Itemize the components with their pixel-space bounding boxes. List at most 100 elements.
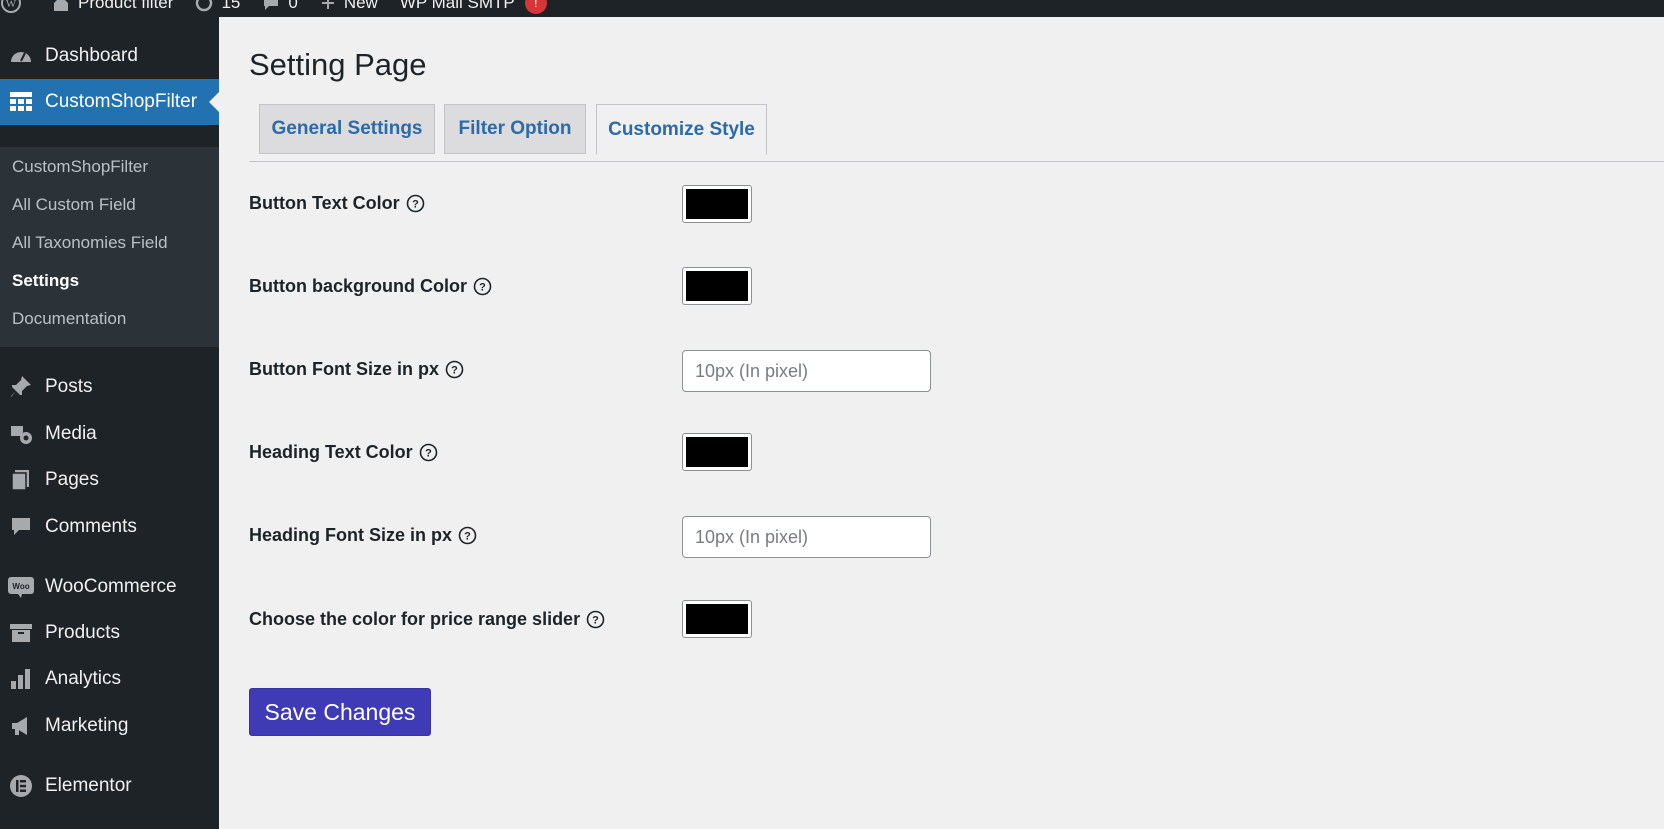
home-icon	[54, 0, 68, 11]
button-font-size-row-label: Button Font Size in px ?	[249, 359, 464, 380]
updates-icon	[196, 0, 213, 12]
page-title: Setting Page	[249, 47, 427, 82]
svg-text:?: ?	[451, 365, 458, 377]
price-slider-color-label: Choose the color for price range slider	[249, 609, 581, 629]
sidebar-item-posts[interactable]: Posts	[0, 364, 219, 410]
sidebar-item-pages[interactable]: Pages	[0, 457, 219, 503]
archive-box-icon	[8, 620, 34, 646]
svg-text:?: ?	[479, 282, 486, 294]
heading-text-color-label: Heading Text Color	[249, 442, 413, 462]
sidebar-label-woocommerce: WooCommerce	[45, 576, 177, 597]
media-camera-icon	[8, 421, 34, 447]
sidebar-label-marketing: Marketing	[45, 715, 129, 736]
megaphone-icon	[8, 713, 34, 739]
admin-sidebar: Dashboard CustomShopFilter CustomShopFil…	[0, 17, 219, 829]
sidebar-item-customshopfilter[interactable]: CustomShopFilter	[0, 79, 219, 125]
heading-font-size-row-label: Heading Font Size in px ?	[249, 525, 477, 546]
tab-general-settings[interactable]: General Settings	[259, 104, 435, 154]
sidebar-item-elementor[interactable]: Elementor	[0, 763, 219, 809]
heading-font-size-label: Heading Font Size in px	[249, 525, 453, 545]
wp-mail-smtp-link[interactable]: WP Mail SMTP	[400, 0, 515, 13]
sidebar-label-elementor: Elementor	[45, 775, 132, 796]
sidebar-label-pages: Pages	[45, 469, 99, 490]
site-name-link[interactable]: Product filter	[52, 0, 173, 13]
notification-badge: !	[524, 0, 547, 14]
wp-mail-smtp-label: WP Mail SMTP	[399, 0, 515, 12]
help-question-icon[interactable]: ?	[445, 360, 464, 379]
sidebar-label-media: Media	[45, 423, 97, 444]
sidebar-label-analytics: Analytics	[45, 668, 122, 689]
help-question-icon[interactable]: ?	[458, 526, 477, 545]
button-text-color-label: Button Text Color	[249, 193, 400, 213]
help-question-icon[interactable]: ?	[406, 194, 425, 213]
wordpress-logo-icon[interactable]: W	[0, 0, 30, 14]
help-question-icon[interactable]: ?	[586, 610, 605, 629]
dashboard-gauge-icon	[8, 43, 34, 69]
svg-text:?: ?	[425, 448, 432, 460]
svg-text:?: ?	[464, 531, 471, 543]
heading-text-color-row-label: Heading Text Color ?	[249, 442, 438, 463]
main-content: Setting Page General Settings Filter Opt…	[219, 17, 1664, 829]
button-bg-color-picker[interactable]	[682, 267, 752, 305]
sidebar-item-products[interactable]: Products	[0, 610, 219, 656]
submenu-item-all-taxonomies-field[interactable]: All Taxonomies Field	[12, 233, 168, 253]
submenu-item-all-custom-field[interactable]: All Custom Field	[12, 195, 136, 215]
comments-count: 0	[288, 0, 298, 12]
updates-count: 15	[221, 0, 241, 12]
svg-text:Woo: Woo	[12, 582, 29, 591]
button-text-color-picker[interactable]	[682, 185, 752, 223]
heading-text-color-picker[interactable]	[682, 433, 752, 471]
sidebar-item-marketing[interactable]: Marketing	[0, 703, 219, 749]
svg-text:?: ?	[592, 615, 599, 627]
tab-filter-option[interactable]: Filter Option	[444, 104, 586, 154]
elementor-icon	[8, 773, 34, 799]
button-text-color-row-label: Button Text Color ?	[249, 193, 425, 214]
heading-font-size-input[interactable]	[682, 516, 931, 558]
settings-tabs: General Settings Filter Option Customize…	[249, 104, 1664, 162]
submenu-item-customshopfilter[interactable]: CustomShopFilter	[12, 157, 148, 177]
updates-link[interactable]: 15	[195, 0, 240, 13]
new-label: New	[343, 0, 378, 12]
button-bg-color-swatch	[686, 271, 748, 301]
price-slider-color-picker[interactable]	[682, 600, 752, 638]
button-font-size-input[interactable]	[682, 350, 931, 392]
heading-text-color-swatch	[686, 437, 748, 467]
sidebar-label-posts: Posts	[45, 376, 93, 397]
save-changes-button[interactable]: Save Changes	[249, 688, 431, 736]
admin-bar: W Product filter 15 0 New WP Mail SMTP !	[0, 0, 1664, 17]
sidebar-label-products: Products	[45, 622, 120, 643]
submenu-item-settings[interactable]: Settings	[12, 271, 79, 291]
tab-customize-style[interactable]: Customize Style	[596, 104, 767, 155]
bar-chart-icon	[8, 666, 34, 692]
comments-icon	[8, 514, 34, 540]
help-question-icon[interactable]: ?	[419, 443, 438, 462]
submenu-item-documentation[interactable]: Documentation	[12, 309, 126, 329]
sidebar-label-customshopfilter: CustomShopFilter	[45, 91, 198, 112]
comments-link[interactable]: 0	[262, 0, 298, 13]
new-content-link[interactable]: New	[320, 0, 378, 13]
button-bg-color-row-label: Button background Color ?	[249, 276, 492, 297]
sidebar-item-analytics[interactable]: Analytics	[0, 656, 219, 702]
price-slider-color-row-label: Choose the color for price range slider …	[249, 609, 605, 630]
button-text-color-swatch	[686, 189, 748, 219]
sidebar-item-comments[interactable]: Comments	[0, 504, 219, 550]
pages-icon	[8, 467, 34, 493]
button-font-size-label: Button Font Size in px	[249, 359, 439, 379]
woo-icon: Woo	[8, 574, 34, 600]
svg-text:?: ?	[412, 199, 419, 211]
customshopfilter-submenu: CustomShopFilter All Custom Field All Ta…	[0, 147, 219, 347]
sidebar-item-media[interactable]: Media	[0, 411, 219, 457]
help-question-icon[interactable]: ?	[473, 277, 492, 296]
svg-text:W: W	[6, 0, 17, 10]
sidebar-label-comments: Comments	[45, 516, 137, 537]
table-grid-icon	[8, 89, 34, 115]
price-slider-color-swatch	[686, 604, 748, 634]
sidebar-item-dashboard[interactable]: Dashboard	[0, 33, 219, 79]
sidebar-item-woocommerce[interactable]: Woo WooCommerce	[0, 564, 219, 610]
site-name-label: Product filter	[78, 0, 174, 12]
plus-icon	[321, 0, 334, 9]
pushpin-icon	[8, 374, 34, 400]
button-bg-color-label: Button background Color	[249, 276, 467, 296]
sidebar-label-dashboard: Dashboard	[45, 45, 138, 66]
comment-bubble-icon	[264, 0, 279, 10]
